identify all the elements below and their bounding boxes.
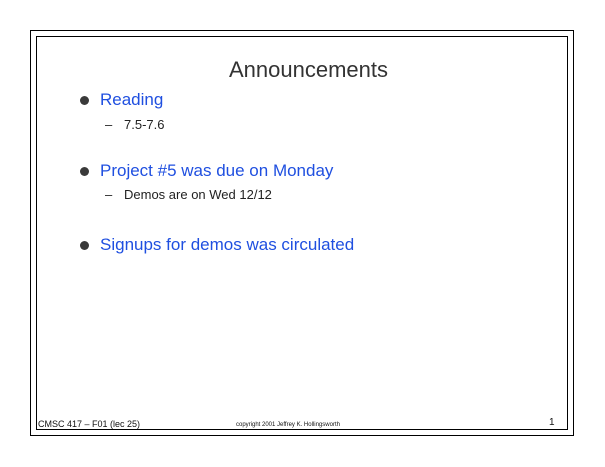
page-number: 1 xyxy=(549,417,555,428)
bullet-project: Project #5 was due on Monday xyxy=(100,161,334,180)
sub-bullet-dash: – xyxy=(105,117,113,132)
bullet-dot xyxy=(80,96,89,105)
sub-bullet-dash: – xyxy=(105,187,113,202)
bullet-dot xyxy=(80,241,89,250)
footer-course: CMSC 417 – F01 (lec 25) xyxy=(38,419,141,429)
sub-bullet-reading-range: 7.5-7.6 xyxy=(124,117,165,132)
slide-title-text: Announcements xyxy=(229,57,388,82)
bullet-reading: Reading xyxy=(100,90,164,109)
footer-copyright: copyright 2001 Jeffrey K. Hollingsworth xyxy=(236,422,340,428)
bullet-dot xyxy=(80,167,89,176)
sub-bullet-demos-date: Demos are on Wed 12/12 xyxy=(124,187,272,202)
slide-title: Announcements xyxy=(0,57,605,83)
bullet-signups: Signups for demos was circulated xyxy=(100,235,355,254)
